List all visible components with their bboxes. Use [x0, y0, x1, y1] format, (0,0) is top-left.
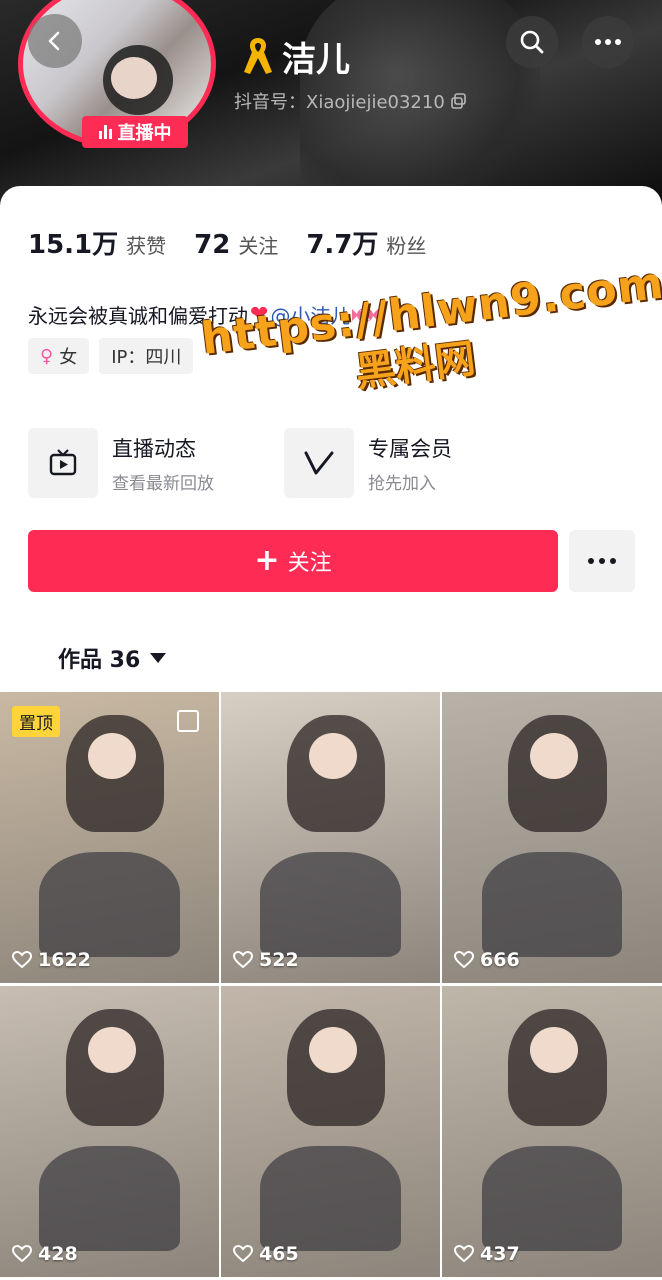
like-count: 522	[233, 949, 299, 971]
video-grid: 置顶 1622 522 666 428 465 437	[0, 692, 662, 1277]
more-icon	[588, 558, 616, 564]
ribbon-icon	[244, 37, 272, 74]
select-checkbox[interactable]	[177, 710, 199, 732]
back-button[interactable]	[28, 14, 82, 68]
video-tile[interactable]: 437	[442, 986, 662, 1277]
heart-outline-icon	[454, 951, 474, 969]
heart-outline-icon	[233, 1245, 253, 1263]
female-icon: ♀	[40, 345, 54, 367]
stats-row: 15.1万 获赞 72 关注 7.7万 粉丝	[28, 224, 454, 261]
video-tile[interactable]: 666	[442, 692, 662, 983]
heart-outline-icon	[12, 951, 32, 969]
video-tile[interactable]: 置顶 1622	[0, 692, 219, 983]
bio: 永远会被真诚和偏爱打动 ❤ @小洁儿	[28, 300, 379, 329]
more-icon	[595, 39, 621, 45]
candy-icon	[352, 307, 379, 322]
video-tile[interactable]: 522	[221, 692, 440, 983]
live-badge[interactable]: 直播中	[82, 116, 188, 148]
nickname: 洁儿	[238, 32, 350, 81]
like-count: 1622	[12, 949, 91, 971]
like-count: 465	[233, 1243, 299, 1265]
heart-outline-icon	[233, 951, 253, 969]
like-count: 428	[12, 1243, 78, 1265]
vip-icon	[304, 451, 334, 475]
stat-likes[interactable]: 15.1万 获赞	[28, 224, 166, 261]
follow-button[interactable]: + 关注	[28, 530, 558, 592]
profile-header: 直播中 洁儿 抖音号：Xiaojiejie03210	[0, 0, 662, 205]
stat-followers[interactable]: 7.7万 粉丝	[306, 224, 426, 261]
ip-location-tag: IP：四川	[99, 338, 194, 374]
back-icon	[48, 31, 60, 51]
caret-down-icon	[150, 653, 167, 663]
exclusive-member-entry[interactable]: 专属会员 抢先加入	[284, 428, 540, 498]
tab-works[interactable]: 作品 36	[58, 642, 167, 674]
video-tile[interactable]: 428	[0, 986, 219, 1277]
heart-icon: ❤	[250, 302, 269, 327]
copy-icon[interactable]	[450, 93, 467, 109]
more-options-button[interactable]	[582, 16, 634, 68]
profile-tags: ♀ 女 IP：四川	[28, 338, 194, 374]
heart-outline-icon	[454, 1245, 474, 1263]
pinned-badge: 置顶	[12, 706, 60, 737]
stat-following[interactable]: 72 关注	[194, 230, 278, 260]
video-tile[interactable]: 465	[221, 986, 440, 1277]
tv-icon	[49, 449, 77, 476]
douyin-id[interactable]: 抖音号：Xiaojiejie03210	[234, 88, 467, 114]
more-actions-button[interactable]	[569, 530, 635, 592]
like-count: 666	[454, 949, 520, 971]
gender-tag: ♀ 女	[28, 338, 90, 374]
live-dynamics-entry[interactable]: 直播动态 查看最新回放	[28, 428, 284, 498]
like-count: 437	[454, 1243, 520, 1265]
mention-link[interactable]: @小洁儿	[270, 300, 350, 329]
search-button[interactable]	[506, 16, 558, 68]
feature-entries: 直播动态 查看最新回放 专属会员 抢先加入	[28, 428, 540, 498]
search-icon	[520, 30, 544, 54]
live-bars-icon	[98, 125, 112, 139]
plus-icon: +	[254, 543, 280, 578]
heart-outline-icon	[12, 1245, 32, 1263]
